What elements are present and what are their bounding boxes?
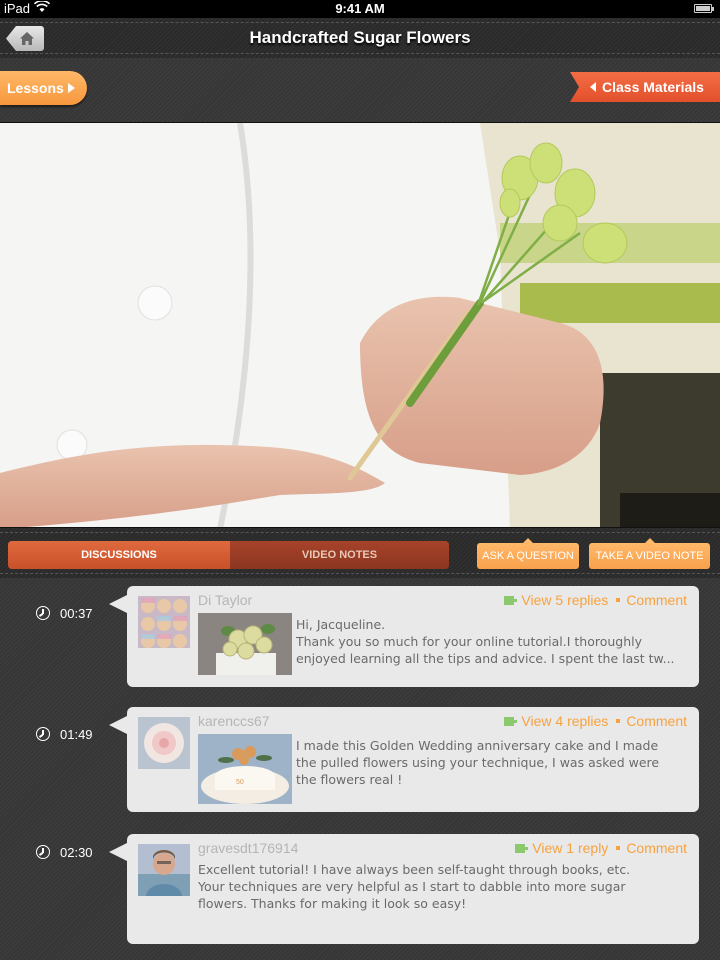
comment-bubble: gravesdt176914 View 1 reply Comment Excel… [109, 834, 699, 944]
comment-actions: View 4 replies Comment [504, 713, 687, 729]
separator-dot [616, 845, 621, 850]
comment-actions: View 1 reply Comment [515, 840, 687, 856]
battery-icon [694, 4, 714, 13]
comment-bubble: karenccs67 View 4 replies Comment 50 I ma… [109, 707, 699, 812]
ask-question-button[interactable]: ASK A QUESTION [477, 538, 579, 569]
tab-video-notes[interactable]: VIDEO NOTES [230, 541, 449, 569]
video-player[interactable] [0, 122, 720, 528]
timestamp-link[interactable]: 02:30 [36, 845, 93, 860]
discussion-tab-bar: DISCUSSIONS VIDEO NOTES ASK A QUESTION T… [0, 528, 720, 578]
attachment-image[interactable]: 50 [198, 734, 292, 804]
timestamp: 00:37 [60, 606, 93, 621]
username[interactable]: gravesdt176914 [198, 840, 298, 856]
svg-text:50: 50 [236, 779, 244, 786]
avatar[interactable] [138, 844, 190, 896]
replies-icon [515, 844, 529, 853]
discussion-list: 00:37 Di Taylor View 5 replies Comment H… [0, 578, 720, 960]
timestamp: 02:30 [60, 845, 93, 860]
lesson-toolbar: Lessons Class Materials [0, 58, 720, 122]
comment-link[interactable]: Comment [626, 713, 687, 729]
comment-text: Hi, Jacqueline. Thank you so much for yo… [296, 617, 675, 666]
timestamp-link[interactable]: 00:37 [36, 606, 93, 621]
attachment-image[interactable] [198, 613, 292, 675]
clock-time: 9:41 AM [335, 1, 385, 16]
clock-icon [36, 845, 50, 859]
status-bar: iPad 9:41 AM [0, 0, 720, 18]
navigation-bar: Handcrafted Sugar Flowers [0, 18, 720, 58]
comment-text: I made this Golden Wedding anniversary c… [296, 738, 660, 787]
separator-dot [616, 718, 621, 723]
separator-dot [616, 597, 621, 602]
avatar[interactable] [138, 596, 190, 648]
take-video-note-button[interactable]: TAKE A VIDEO NOTE [589, 538, 710, 569]
page-title: Handcrafted Sugar Flowers [249, 28, 471, 47]
class-materials-label: Class Materials [602, 79, 704, 95]
timestamp-link[interactable]: 01:49 [36, 727, 93, 742]
username[interactable]: karenccs67 [198, 713, 270, 729]
view-replies-link[interactable]: View 4 replies [521, 713, 608, 729]
class-materials-button[interactable]: Class Materials [570, 72, 720, 102]
avatar[interactable] [138, 717, 190, 769]
replies-icon [504, 717, 518, 726]
lessons-label: Lessons [7, 80, 64, 96]
comment-link[interactable]: Comment [626, 592, 687, 608]
comment-link[interactable]: Comment [626, 840, 687, 856]
left-arrow-icon [590, 82, 596, 92]
replies-icon [504, 596, 518, 605]
lessons-button[interactable]: Lessons [0, 71, 87, 105]
tab-discussions[interactable]: DISCUSSIONS [8, 541, 230, 569]
comment-bubble: Di Taylor View 5 replies Comment Hi, Jacq… [109, 586, 699, 687]
view-replies-link[interactable]: View 1 reply [532, 840, 608, 856]
view-replies-link[interactable]: View 5 replies [521, 592, 608, 608]
segmented-tabs: DISCUSSIONS VIDEO NOTES [8, 541, 449, 569]
video-frame [0, 123, 720, 527]
username[interactable]: Di Taylor [198, 592, 252, 608]
play-arrow-icon [67, 83, 75, 93]
comment-actions: View 5 replies Comment [504, 592, 687, 608]
comment-text: Excellent tutorial! I have always been s… [198, 862, 631, 911]
clock-icon [36, 727, 50, 741]
clock-icon [36, 606, 50, 620]
timestamp: 01:49 [60, 727, 93, 742]
